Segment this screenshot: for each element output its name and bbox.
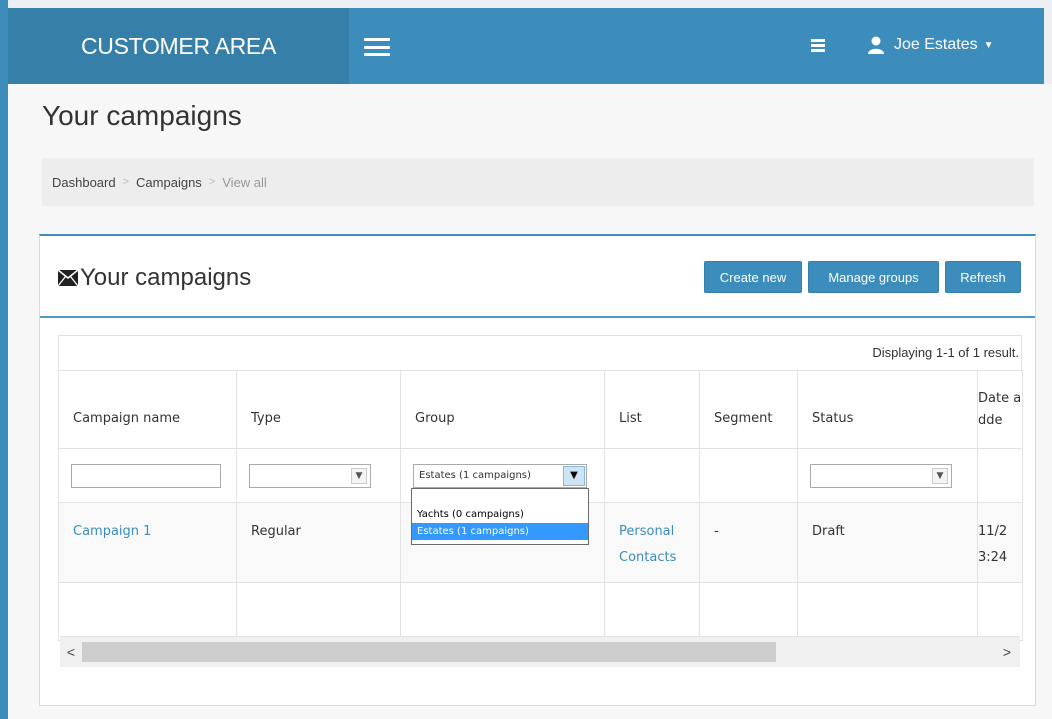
list-link[interactable]: Personal Contacts	[619, 524, 676, 565]
empty-cell	[236, 582, 401, 641]
column-header-segment[interactable]: Segment	[699, 370, 798, 449]
filter-cell	[58, 448, 237, 503]
group-option-estates[interactable]: Estates (1 campaigns)	[412, 523, 588, 540]
refresh-button[interactable]: Refresh	[945, 261, 1021, 293]
filter-cell: ▼	[797, 448, 978, 503]
date-line1: 11/2	[978, 524, 1008, 539]
box-title: Your campaigns	[58, 264, 251, 292]
brand-logo[interactable]: CUSTOMER AREA	[8, 8, 349, 84]
horizontal-scrollbar[interactable]: < >	[60, 636, 1020, 667]
column-header-type[interactable]: Type	[236, 370, 401, 449]
left-edge-bar	[0, 0, 8, 719]
user-icon	[868, 36, 884, 54]
chevron-down-icon: ▼	[563, 465, 585, 486]
empty-cell	[699, 582, 798, 641]
empty-cell	[797, 582, 978, 641]
column-header-date-added[interactable]: Date adde	[977, 370, 1023, 449]
empty-cell	[604, 582, 700, 641]
envelope-icon	[58, 270, 78, 286]
group-dropdown-list: Yachts (0 campaigns) Estates (1 campaign…	[411, 488, 589, 545]
column-header-status[interactable]: Status	[797, 370, 978, 449]
group-filter-value: Estates (1 campaigns)	[419, 469, 531, 481]
date-line2: 3:24	[978, 550, 1008, 565]
breadcrumb: Dashboard > Campaigns > View all	[42, 158, 1034, 206]
filter-cell: ▼	[236, 448, 401, 503]
group-option-yachts[interactable]: Yachts (0 campaigns)	[412, 506, 588, 523]
create-new-button[interactable]: Create new	[704, 261, 802, 293]
manage-groups-button[interactable]: Manage groups	[808, 261, 939, 293]
breadcrumb-view-all: View all	[222, 174, 267, 190]
column-header-group[interactable]: Group	[400, 370, 605, 449]
filter-cell	[977, 448, 1023, 503]
segment-cell: -	[699, 502, 798, 583]
filter-cell	[604, 448, 700, 503]
type-filter-select[interactable]: ▼	[249, 463, 371, 488]
breadcrumb-separator: >	[208, 176, 216, 188]
group-filter-select[interactable]: Estates (1 campaigns) ▼	[413, 463, 587, 488]
empty-cell	[400, 582, 605, 641]
scrollbar-thumb[interactable]	[82, 642, 776, 662]
chevron-down-icon: ▼	[932, 467, 948, 484]
empty-cell	[977, 582, 1023, 641]
notifications-icon[interactable]	[811, 39, 825, 52]
box-title-text: Your campaigns	[80, 264, 252, 291]
user-menu[interactable]: Joe Estates ▼	[868, 32, 994, 58]
empty-cell	[58, 582, 237, 641]
chevron-down-icon: ▼	[351, 467, 367, 484]
table-header-row: Campaign name Type Group List Segment St…	[58, 370, 1023, 449]
box-header: Your campaigns Create new Manage groups …	[40, 236, 1035, 318]
date-added-cell: 11/2 3:24	[977, 502, 1023, 583]
breadcrumb-separator: >	[122, 176, 130, 188]
status-filter-select[interactable]: ▼	[810, 463, 952, 488]
breadcrumb-dashboard[interactable]: Dashboard	[52, 175, 116, 190]
status-cell: Draft	[797, 502, 978, 583]
column-header-campaign-name[interactable]: Campaign name	[58, 370, 237, 449]
column-header-list[interactable]: List	[604, 370, 700, 449]
scroll-left-icon[interactable]: <	[62, 637, 80, 667]
campaign-name-link[interactable]: Campaign 1	[73, 524, 151, 539]
campaign-name-cell: Campaign 1	[58, 502, 237, 583]
user-name: Joe Estates	[894, 36, 978, 53]
results-summary: Displaying 1-1 of 1 result.	[58, 335, 1022, 371]
list-link-line1: Personal	[619, 524, 675, 539]
list-cell: Personal Contacts	[604, 502, 700, 583]
scroll-right-icon[interactable]: >	[998, 637, 1016, 667]
top-navbar: CUSTOMER AREA Joe Estates ▼	[8, 8, 1044, 84]
hamburger-menu-icon[interactable]	[364, 38, 390, 56]
filter-cell	[699, 448, 798, 503]
campaign-name-filter-input[interactable]	[71, 463, 221, 488]
list-link-line2: Contacts	[619, 550, 677, 565]
page-title: Your campaigns	[42, 100, 242, 131]
type-cell: Regular	[236, 502, 401, 583]
breadcrumb-campaigns[interactable]: Campaigns	[136, 175, 202, 190]
empty-row	[58, 582, 1023, 641]
caret-down-icon: ▼	[983, 39, 994, 51]
